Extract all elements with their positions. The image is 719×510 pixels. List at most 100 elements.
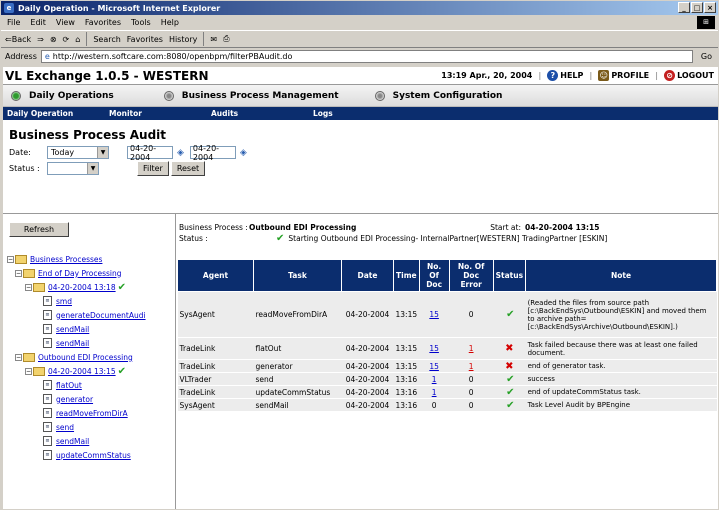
tree-task[interactable]: ≡ updateCommStatus (7, 448, 146, 462)
nav-monitor[interactable]: Monitor (105, 109, 207, 118)
doc-count-link[interactable]: 1 (432, 388, 437, 397)
go-button[interactable]: Go (701, 52, 712, 61)
collapse-icon[interactable]: − (7, 255, 14, 263)
logout-link[interactable]: ⊘ LOGOUT (664, 70, 714, 81)
tree-task[interactable]: ≡ flatOut (7, 378, 146, 392)
bp-value: Outbound EDI Processing (249, 223, 357, 232)
cell-doc-count: 15 (419, 291, 450, 338)
nav-logs[interactable]: Logs (309, 109, 411, 118)
tree-task[interactable]: ≡ sendMail (7, 336, 146, 350)
tree-run[interactable]: − 04-20-2004 13:18 ✔ (7, 280, 146, 294)
filter-button[interactable]: Filter (137, 161, 169, 176)
tree-label[interactable]: 04-20-2004 13:15 (48, 367, 116, 376)
browser-toolbar: ⇐Back ⇒ ⊗ ⟳ ⌂ Search Favorites History ✉… (1, 30, 718, 48)
stop-icon[interactable]: ⊗ (50, 35, 57, 44)
module-bpm[interactable]: Business Process Management (163, 90, 339, 101)
maximize-button[interactable]: □ (691, 2, 703, 13)
address-input[interactable]: e http://western.softcare.com:8080/openbp… (40, 50, 693, 63)
tree-label[interactable]: generateDocumentAudi (56, 311, 146, 320)
doc-error-link[interactable]: 1 (469, 344, 474, 353)
tree-label[interactable]: smd (56, 297, 72, 306)
module-daily-operations[interactable]: Daily Operations (11, 90, 114, 101)
home-icon[interactable]: ⌂ (75, 35, 80, 44)
menu-edit[interactable]: Edit (30, 18, 46, 27)
document-icon: ≡ (43, 296, 52, 306)
back-button[interactable]: ⇐Back (5, 35, 31, 44)
collapse-icon[interactable]: − (15, 353, 22, 361)
tree-label[interactable]: generator (56, 395, 93, 404)
tree-root[interactable]: − Business Processes (7, 252, 146, 266)
tree-task[interactable]: ≡ sendMail (7, 434, 146, 448)
help-link[interactable]: ? HELP (547, 70, 583, 81)
menu-favorites[interactable]: Favorites (85, 18, 121, 27)
doc-count-link[interactable]: 1 (432, 375, 437, 384)
cell-task: sendMail (253, 398, 342, 412)
date-select[interactable]: Today ▼ (47, 146, 109, 159)
menu-help[interactable]: Help (161, 18, 179, 27)
tree-task[interactable]: ≡ generateDocumentAudi (7, 308, 146, 322)
refresh-button[interactable]: Refresh (9, 222, 69, 237)
tree-label[interactable]: readMoveFromDirA (56, 409, 128, 418)
calendar-icon[interactable]: ◈ (240, 148, 247, 158)
tree-process[interactable]: − Outbound EDI Processing (7, 350, 146, 364)
tree-task[interactable]: ≡ sendMail (7, 322, 146, 336)
doc-count-link[interactable]: 15 (429, 362, 439, 371)
col-agent: Agent (177, 259, 254, 292)
cell-task: readMoveFromDirA (253, 291, 342, 338)
collapse-icon[interactable]: − (15, 269, 22, 277)
tree-label[interactable]: flatOut (56, 381, 82, 390)
tree-label[interactable]: updateCommStatus (56, 451, 131, 460)
calendar-icon[interactable]: ◈ (177, 148, 184, 158)
search-button[interactable]: Search (93, 35, 120, 44)
document-icon: ≡ (43, 380, 52, 390)
tree-run[interactable]: − 04-20-2004 13:15 ✔ (7, 364, 146, 378)
tree-label[interactable]: Business Processes (30, 255, 102, 264)
tree-task[interactable]: ≡ readMoveFromDirA (7, 406, 146, 420)
cell-doc-count: 1 (419, 385, 450, 399)
cell-doc-count: 15 (419, 337, 450, 360)
menu-file[interactable]: File (7, 18, 20, 27)
tree-task[interactable]: ≡ generator (7, 392, 146, 406)
chevron-down-icon: ▼ (87, 163, 98, 174)
toolbar-divider (86, 32, 88, 46)
tree-label[interactable]: Outbound EDI Processing (38, 353, 133, 362)
profile-link[interactable]: ☺ PROFILE (598, 70, 649, 81)
mail-icon[interactable]: ✉ (210, 35, 217, 44)
refresh-icon[interactable]: ⟳ (63, 35, 70, 44)
audit-detail-panel: Business Process : Outbound EDI Processi… (177, 214, 718, 509)
doc-error-link[interactable]: 1 (469, 362, 474, 371)
from-date-input[interactable]: 04-20-2004 (127, 144, 173, 162)
cell-doc-count: 15 (419, 359, 450, 373)
tree-label[interactable]: 04-20-2004 13:18 (48, 283, 116, 292)
radio-icon (163, 90, 174, 101)
menu-view[interactable]: View (56, 18, 75, 27)
collapse-icon[interactable]: − (25, 283, 32, 291)
cell-date: 04-20-2004 (341, 372, 394, 386)
doc-count-link[interactable]: 15 (429, 344, 439, 353)
tree-label[interactable]: sendMail (56, 437, 89, 446)
collapse-icon[interactable]: − (25, 367, 32, 375)
nav-audits[interactable]: Audits (207, 109, 309, 118)
print-icon[interactable]: ⎙ (223, 34, 229, 44)
tree-label[interactable]: send (56, 423, 74, 432)
minimize-button[interactable]: _ (678, 2, 690, 13)
cell-note: success (525, 372, 717, 386)
forward-button[interactable]: ⇒ (37, 35, 44, 44)
menu-tools[interactable]: Tools (131, 18, 151, 27)
tree-label[interactable]: sendMail (56, 339, 89, 348)
tree-label[interactable]: End of Day Processing (38, 269, 122, 278)
module-system-config[interactable]: System Configuration (374, 90, 502, 101)
tree-task[interactable]: ≡ send (7, 420, 146, 434)
close-button[interactable]: × (704, 2, 716, 13)
status-select[interactable]: ▼ (47, 162, 99, 175)
tree-task[interactable]: ≡ smd (7, 294, 146, 308)
tree-process[interactable]: − End of Day Processing (7, 266, 146, 280)
history-button[interactable]: History (169, 35, 197, 44)
nav-daily-operation[interactable]: Daily Operation (3, 109, 105, 118)
doc-count-link[interactable]: 15 (429, 310, 439, 319)
to-date-input[interactable]: 04-20-2004 (189, 144, 236, 162)
date-label: Date: (9, 148, 31, 157)
favorites-button[interactable]: Favorites (127, 35, 163, 44)
tree-label[interactable]: sendMail (56, 325, 89, 334)
reset-button[interactable]: Reset (170, 161, 206, 176)
